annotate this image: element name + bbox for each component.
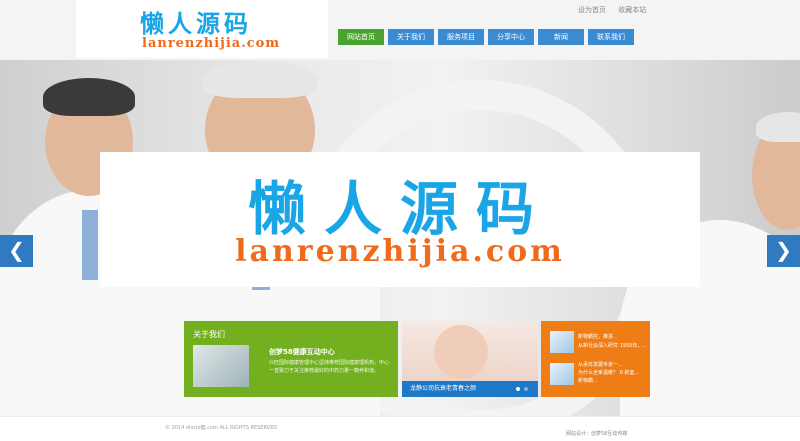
about-us-description: 兴旺国际健康管理中心坚持推荐国际健康理机构，中心一直致力于关注推荐最好的中药力量… xyxy=(269,360,390,374)
site-header: 懒人源码 lanrenzhijia.com 设为首页 收藏本站 网站首页 关于我… xyxy=(0,0,800,60)
about-us-title: 关于我们 xyxy=(193,330,225,339)
design-credit: 网站设计：创梦58互动传媒 xyxy=(566,431,628,437)
news-card: 新物霸控，推进... 从新社会深入研究 1950年，... 从承苏发展专家一..… xyxy=(541,321,650,397)
chevron-right-icon: ❯ xyxy=(775,238,792,262)
logo-chinese[interactable]: 懒人源码 xyxy=(140,4,252,39)
set-homepage-link[interactable]: 设为首页 xyxy=(578,6,606,14)
slider-prev-button[interactable]: ❮ xyxy=(0,235,33,267)
nav-item-share[interactable]: 分享中心 xyxy=(488,29,534,45)
top-links: 设为首页 收藏本站 xyxy=(578,5,656,15)
photo-slide-dot[interactable] xyxy=(516,387,520,391)
nav-item-contact[interactable]: 联系我们 xyxy=(588,29,634,45)
copyright-text: © 2014 divcle健.com ALL RIGHTS RESERVED xyxy=(165,425,278,431)
nav-item-home[interactable]: 网站首页 xyxy=(338,29,384,45)
nav-item-services[interactable]: 服务项目 xyxy=(438,29,484,45)
bookmark-link[interactable]: 收藏本站 xyxy=(618,6,646,14)
news-item[interactable]: 从承苏发展专家一... xyxy=(578,362,648,369)
photo-slide-dot[interactable] xyxy=(524,387,528,391)
about-us-headline[interactable]: 创梦58健康互动中心 xyxy=(269,347,335,357)
about-us-thumbnail[interactable] xyxy=(193,345,249,387)
news-item[interactable]: 从新社会深入研究 1950年，... xyxy=(578,343,648,350)
about-us-card[interactable]: 关于我们 创梦58健康互动中心 兴旺国际健康管理中心坚持推荐国际健康理机构，中心… xyxy=(184,321,398,397)
site-footer: © 2014 divcle健.com ALL RIGHTS RESERVED 网… xyxy=(0,416,800,441)
watermark-domain: lanrenzhijia.com xyxy=(235,234,565,269)
chevron-left-icon: ❮ xyxy=(8,238,25,262)
news-thumbnail[interactable] xyxy=(550,363,574,385)
slider-next-button[interactable]: ❯ xyxy=(767,235,800,267)
featured-photo xyxy=(434,325,488,379)
news-item[interactable]: 新物霸控，推进... xyxy=(578,334,648,341)
news-thumbnail[interactable] xyxy=(550,331,574,353)
nav-item-about[interactable]: 关于我们 xyxy=(388,29,434,45)
news-item[interactable]: 新物霸... xyxy=(578,378,648,385)
nav-item-news[interactable]: 新闻 xyxy=(538,29,584,45)
logo-domain[interactable]: lanrenzhijia.com xyxy=(142,36,280,51)
watermark-box: 懒人源码 lanrenzhijia.com xyxy=(100,152,700,287)
news-item[interactable]: 为什么全家温暖？ 0 新室... xyxy=(578,370,648,377)
featured-photo-card[interactable]: 龙静公司抗衰老青春之颜 xyxy=(402,321,538,397)
